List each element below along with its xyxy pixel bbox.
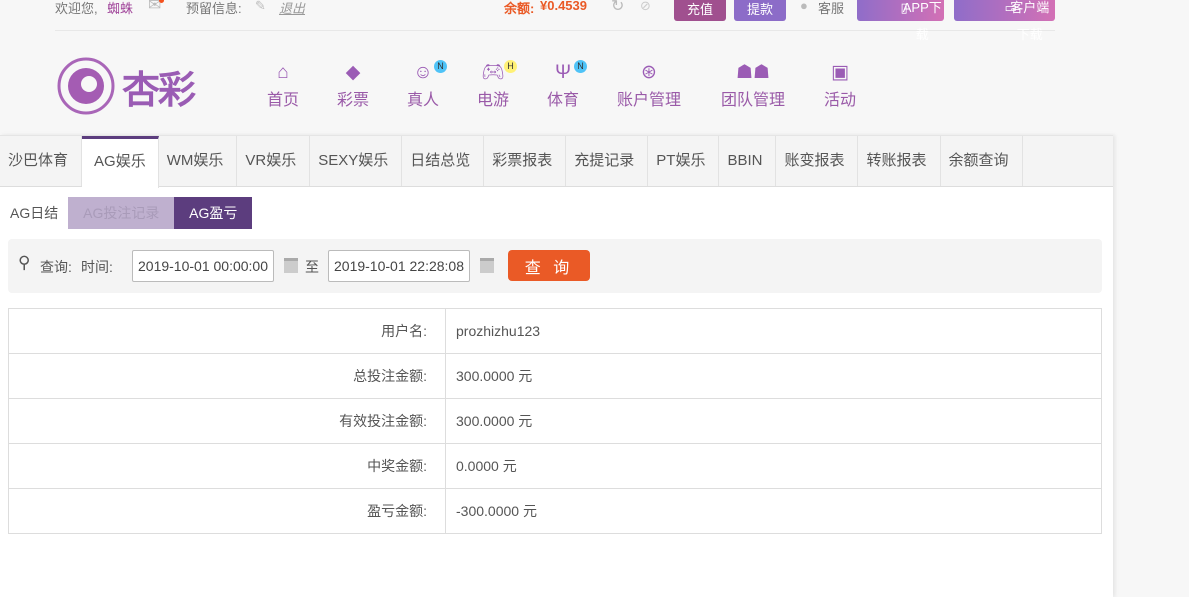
tab-deposit-withdraw[interactable]: 充提记录 — [566, 136, 649, 186]
gift-icon: ▣ — [831, 62, 849, 83]
row-value: prozhizhu123 — [445, 308, 1102, 354]
team-icon: ☗☗ — [735, 62, 771, 83]
row-value: 300.0000 元 — [445, 398, 1102, 444]
nav-label: 彩票 — [337, 92, 370, 109]
query-label: 查询: — [40, 259, 72, 275]
withdraw-button[interactable]: 提款 — [734, 0, 786, 21]
tab-account-changes[interactable]: 账变报表 — [776, 136, 859, 186]
recharge-button[interactable]: 充值 — [674, 0, 726, 21]
live-dealer-icon: ☺ N — [407, 60, 448, 86]
tab-lottery-report[interactable]: 彩票报表 — [484, 136, 567, 186]
ticket-icon: ◆ — [345, 62, 361, 83]
row-value: -300.0000 元 — [445, 488, 1102, 534]
app-download-button[interactable]: ▯ APP下载 — [857, 0, 944, 42]
nav-label: 体育 — [547, 92, 580, 109]
tab-pt[interactable]: PT娱乐 — [648, 136, 720, 186]
tab-balance-query[interactable]: 余额查询 — [941, 136, 1023, 186]
row-label: 用户名: — [8, 308, 446, 354]
app-download-label: APP下载 — [902, 0, 942, 42]
new-badge: N — [574, 60, 588, 73]
search-bar: ⚲ 查询: 时间: 至 查 询 — [8, 239, 1102, 293]
new-badge: N — [434, 60, 448, 73]
table-row: 中奖金额: 0.0000 元 — [8, 443, 1102, 489]
tab-wm[interactable]: WM娱乐 — [159, 136, 238, 186]
yen-coin-icon: ⊛ — [641, 62, 657, 83]
balance-value: ¥0.4539 — [540, 0, 587, 13]
nav-promotions[interactable]: ▣ 活动 — [824, 62, 856, 110]
report-tabs: 沙巴体育 AG娱乐 WM娱乐 VR娱乐 SEXY娱乐 日结总览 彩票报表 充提记… — [0, 135, 1113, 188]
logo[interactable]: 杏彩 — [56, 56, 196, 116]
nav-label: 电游 — [477, 92, 510, 109]
edit-icon[interactable]: ✎ — [255, 0, 266, 14]
nav-sports[interactable]: Ψ N 体育 — [547, 60, 588, 110]
time-label: 时间: — [81, 259, 113, 275]
nav-games[interactable]: 🎮︎ H 电游 — [477, 60, 518, 110]
logout-link[interactable]: 退出 — [279, 0, 305, 17]
nav-label: 首页 — [267, 92, 300, 109]
logo-text: 杏彩 — [122, 69, 196, 112]
tab-ag[interactable]: AG娱乐 — [82, 136, 159, 188]
subtab-ag-bets[interactable]: AG投注记录 — [68, 197, 175, 229]
table-row: 盈亏金额: -300.0000 元 — [8, 488, 1102, 534]
subtab-ag-daily[interactable]: AG日结 — [0, 197, 68, 229]
mail-icon[interactable]: ✉ — [148, 0, 165, 15]
client-download-label: 客户端下载 — [1010, 0, 1050, 42]
search-icon: ⚲ — [18, 253, 31, 272]
start-time-input[interactable] — [132, 250, 274, 282]
calendar-icon[interactable] — [480, 258, 494, 273]
nav-team[interactable]: ☗☗ 团队管理 — [721, 62, 785, 110]
logo-emblem-icon — [57, 57, 115, 115]
messages-label: 预留信息: — [186, 1, 242, 16]
hot-badge: H — [504, 60, 518, 73]
to-label: 至 — [305, 259, 319, 275]
service-icon: ● — [800, 0, 808, 13]
tab-bbin[interactable]: BBIN — [719, 136, 777, 186]
service-link[interactable]: 客服 — [818, 0, 844, 17]
nav-account[interactable]: ⊛ 账户管理 — [617, 62, 681, 110]
calendar-icon[interactable] — [284, 258, 298, 273]
refresh-icon[interactable]: ↻ — [611, 0, 624, 16]
table-row: 总投注金额: 300.0000 元 — [8, 353, 1102, 399]
query-button[interactable]: 查 询 — [508, 250, 590, 281]
client-download-button[interactable]: ▭ 客户端下载 — [954, 0, 1055, 42]
hide-balance-icon[interactable]: ⊘ — [640, 0, 651, 14]
welcome-text: 欢迎您, — [55, 1, 98, 16]
row-value: 300.0000 元 — [445, 353, 1102, 399]
gamepad-icon: 🎮︎ H — [477, 60, 518, 86]
sub-tabs: AG日结 AG投注记录 AG盈亏 — [0, 197, 253, 229]
nav-lottery[interactable]: ◆ 彩票 — [337, 62, 369, 110]
top-bar: 欢迎您, 蜘蛛 ✉ 预留信息: ✎ 退出 余额: ¥0.4539 ↻ ⊘ 充值 … — [55, 0, 1055, 42]
row-value: 0.0000 元 — [445, 443, 1102, 489]
tab-sexy[interactable]: SEXY娱乐 — [310, 136, 403, 186]
row-label: 有效投注金额: — [8, 398, 446, 444]
row-label: 盈亏金额: — [8, 488, 446, 534]
nav-label: 真人 — [407, 92, 440, 109]
nav-label: 账户管理 — [617, 92, 682, 109]
balance-label: 余额: — [504, 1, 535, 16]
nav-label: 团队管理 — [721, 92, 786, 109]
subtab-ag-profit[interactable]: AG盈亏 — [174, 197, 253, 229]
nav-label: 活动 — [824, 92, 857, 109]
end-time-input[interactable] — [328, 250, 470, 282]
home-icon: ⌂ — [277, 62, 289, 83]
trophy-icon: ΨN — [547, 60, 588, 86]
tab-saba-sports[interactable]: 沙巴体育 — [0, 136, 83, 186]
nav-home[interactable]: ⌂ 首页 — [267, 62, 299, 110]
tab-transfer-report[interactable]: 转账报表 — [858, 136, 941, 186]
profit-table: 用户名: prozhizhu123 总投注金额: 300.0000 元 有效投注金额… — [8, 308, 1102, 534]
report-panel: 沙巴体育 AG娱乐 WM娱乐 VR娱乐 SEXY娱乐 日结总览 彩票报表 充提记… — [0, 135, 1113, 597]
username[interactable]: 蜘蛛 — [107, 0, 133, 17]
tab-vr[interactable]: VR娱乐 — [237, 136, 311, 186]
row-label: 总投注金额: — [8, 353, 446, 399]
tab-daily-overview[interactable]: 日结总览 — [402, 136, 485, 186]
nav-live[interactable]: ☺ N 真人 — [407, 60, 448, 110]
table-row: 有效投注金额: 300.0000 元 — [8, 398, 1102, 444]
row-label: 中奖金额: — [8, 443, 446, 489]
table-row: 用户名: prozhizhu123 — [8, 308, 1102, 354]
